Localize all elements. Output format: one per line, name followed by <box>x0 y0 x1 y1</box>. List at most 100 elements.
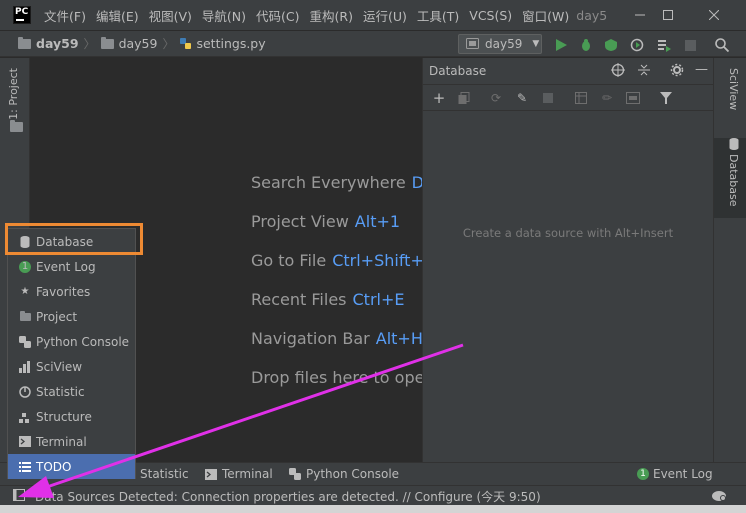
event-notifications-button[interactable] <box>711 488 727 505</box>
project-tool-tab[interactable]: 1: Project <box>7 68 20 120</box>
maximize-icon <box>663 10 673 20</box>
menu-edit[interactable]: 编辑(E) <box>91 6 144 25</box>
popup-item-label: SciView <box>36 359 83 374</box>
hint-shortcut: Ctrl+E <box>352 290 405 309</box>
bottom-tab-label: Python Console <box>306 467 400 481</box>
breadcrumb-separator: 〉 <box>162 37 175 51</box>
sciview-tab-label: SciView <box>727 68 740 111</box>
menu-navigate[interactable]: 导航(N) <box>197 6 251 25</box>
hint-project-view: Project View Alt+1 <box>251 212 400 231</box>
menu-run[interactable]: 运行(U) <box>358 6 412 25</box>
menu-code[interactable]: 代码(C) <box>251 6 304 25</box>
concurrency-icon <box>658 40 671 52</box>
close-button[interactable] <box>692 0 736 30</box>
maximize-button[interactable] <box>646 0 690 30</box>
bottom-tab-python-console[interactable]: Python Console <box>289 467 399 481</box>
profile-button[interactable] <box>629 37 645 53</box>
database-tool-tab[interactable]: Database <box>714 138 746 218</box>
menu-file[interactable]: 文件(F) <box>39 6 91 25</box>
popup-item-favorites[interactable]: ★ Favorites <box>8 279 135 304</box>
table-view-button[interactable] <box>573 90 589 106</box>
breadcrumb-label: day59 <box>118 36 158 51</box>
search-button[interactable] <box>714 37 730 53</box>
menu-bar: PC 文件(F) 编辑(E) 视图(V) 导航(N) 代码(C) 重构(R) 运… <box>0 0 746 30</box>
popup-item-project[interactable]: Project <box>8 304 135 329</box>
popup-item-label: Event Log <box>36 259 96 274</box>
chevron-down-icon: ▼ <box>532 39 540 49</box>
bottom-tab-terminal[interactable]: Terminal <box>205 467 273 481</box>
table-icon <box>575 92 587 104</box>
popup-item-todo[interactable]: TODO <box>8 454 135 479</box>
menu-refactor[interactable]: 重构(R) <box>305 6 358 25</box>
sciview-tool-tab[interactable]: SciView <box>714 68 746 130</box>
edit-button[interactable]: ✏ <box>599 90 615 106</box>
todo-list-icon <box>19 461 31 473</box>
collapse-all-button[interactable] <box>637 63 651 80</box>
refresh-button[interactable]: ⟳ <box>488 90 504 106</box>
disconnect-button[interactable] <box>540 90 556 106</box>
data-source-properties-button[interactable]: ✎ <box>514 90 530 106</box>
wrench-icon: ✎ <box>516 91 528 105</box>
hint-navigation-bar: Navigation Bar Alt+Ho <box>251 329 422 348</box>
bottom-tab-event-log[interactable]: 1 Event Log <box>637 467 713 481</box>
locate-button[interactable] <box>611 63 625 80</box>
debug-bug-icon <box>582 39 590 51</box>
run-configuration-select[interactable]: day59 ▼ <box>458 34 542 54</box>
popup-item-sciview[interactable]: SciView <box>8 354 135 379</box>
filter-button[interactable] <box>658 90 674 106</box>
breadcrumb-folder[interactable]: day59 <box>100 36 158 51</box>
folder-icon <box>19 310 31 323</box>
database-tab-label: Database <box>727 154 740 207</box>
menu-view[interactable]: 视图(V) <box>144 6 197 25</box>
terminal-icon <box>205 468 217 480</box>
menu-vcs[interactable]: VCS(S) <box>464 8 517 23</box>
folder-icon <box>100 36 114 49</box>
refresh-icon: ⟳ <box>490 91 502 105</box>
status-message[interactable]: Data Sources Detected: Connection proper… <box>35 488 541 505</box>
run-button[interactable] <box>553 37 569 53</box>
sql-console-button[interactable] <box>625 90 641 106</box>
popup-item-structure[interactable]: Structure <box>8 404 135 429</box>
database-tool-window: Database — + ⟳ ✎ ✏ Create a data source … <box>422 58 713 462</box>
stop-icon <box>543 93 553 103</box>
panel-settings-button[interactable] <box>670 63 684 80</box>
bottom-tab-label: Terminal <box>222 467 273 481</box>
add-data-source-button[interactable]: + <box>431 89 447 107</box>
sciview-icon <box>19 360 31 373</box>
stop-icon <box>684 39 696 51</box>
database-toolbar: + ⟳ ✎ ✏ <box>423 85 713 111</box>
hint-label: Go to File <box>251 251 327 270</box>
stop-button[interactable] <box>682 37 698 53</box>
hint-recent-files: Recent Files Ctrl+E <box>251 290 404 309</box>
database-tree-area[interactable]: Create a data source with Alt+Insert <box>423 112 713 462</box>
popup-item-statistic[interactable]: Statistic <box>8 379 135 404</box>
menu-window[interactable]: 窗口(W) <box>517 6 574 25</box>
concurrency-diagram-button[interactable] <box>656 37 672 53</box>
bottom-tab-label: Event Log <box>653 467 713 481</box>
popup-item-event-log[interactable]: 1 Event Log <box>8 254 135 279</box>
pycharm-logo-icon: PC <box>13 6 31 24</box>
status-bar: Data Sources Detected: Connection proper… <box>0 485 746 505</box>
bottom-tab-statistic[interactable]: Statistic <box>140 467 189 481</box>
popup-item-python-console[interactable]: Python Console <box>8 329 135 354</box>
notification-cloud-icon <box>712 491 726 501</box>
coverage-icon <box>605 39 617 51</box>
python-icon <box>19 335 31 348</box>
hint-go-to-file: Go to File Ctrl+Shift+ <box>251 251 422 270</box>
duplicate-button[interactable] <box>456 90 472 106</box>
hide-panel-button[interactable]: — <box>695 62 708 77</box>
collapse-all-icon <box>638 64 650 76</box>
popup-item-terminal[interactable]: Terminal <box>8 429 135 454</box>
close-icon <box>709 10 719 20</box>
menu-tools[interactable]: 工具(T) <box>412 6 464 25</box>
popup-item-label: Favorites <box>36 284 91 299</box>
sql-console-icon <box>626 92 640 104</box>
minimize-icon <box>635 14 645 16</box>
breadcrumb-file[interactable]: settings.py <box>179 36 266 51</box>
breadcrumb-project[interactable]: day59 <box>18 36 79 51</box>
tool-windows-toggle[interactable] <box>13 489 25 504</box>
hint-search-everywhere: Search Everywhere Do <box>251 173 422 192</box>
run-with-coverage-button[interactable] <box>603 37 619 53</box>
bottom-tab-label: Statistic <box>140 467 189 481</box>
debug-button[interactable] <box>578 37 594 53</box>
